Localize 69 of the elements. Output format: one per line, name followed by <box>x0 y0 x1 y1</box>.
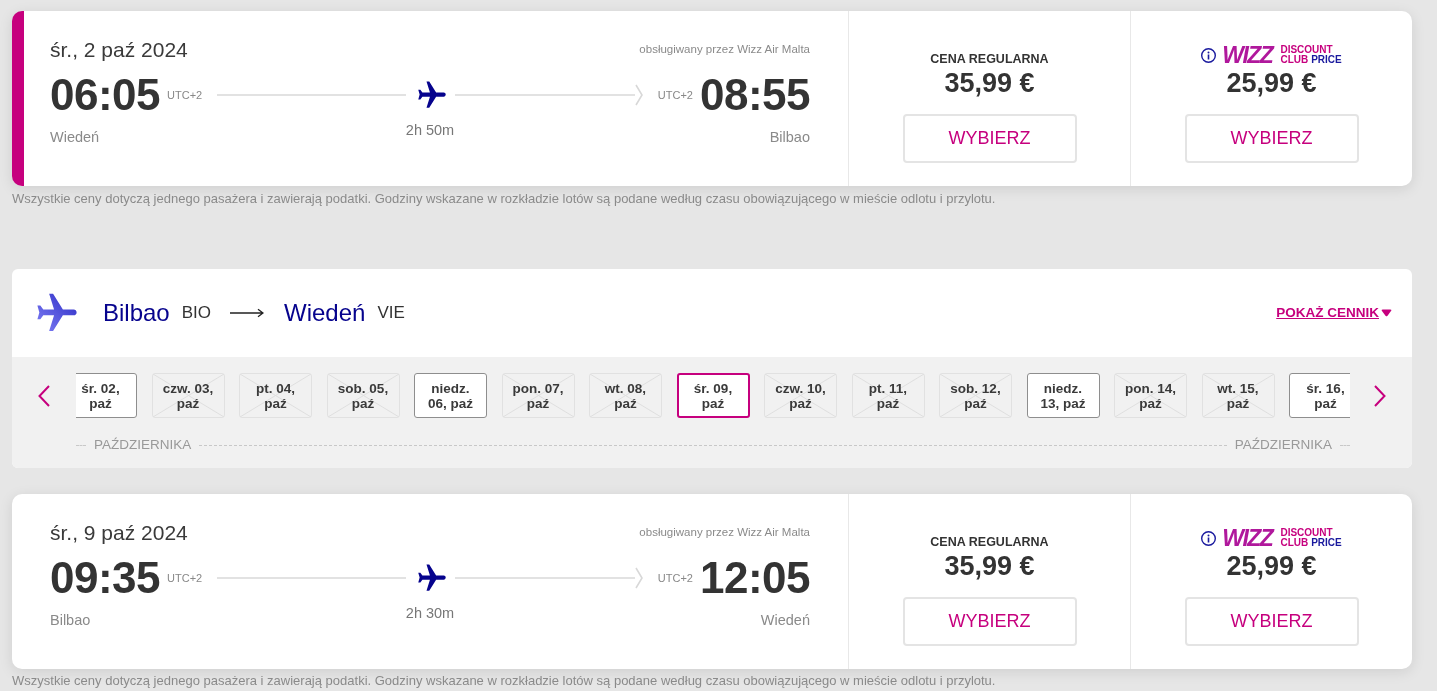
arrival-time: 08:55 <box>699 69 810 121</box>
fare-price: 35,99 € <box>944 550 1035 582</box>
select-button[interactable]: WYBIERZ <box>1184 597 1359 646</box>
arrow-icon <box>230 308 264 318</box>
date-tile[interactable]: pon. 07, paź <box>501 373 575 418</box>
month-label: PAŹDZIERNIKA <box>94 437 192 453</box>
route-city: Bilbao <box>103 298 170 328</box>
logo-caption: PRICE <box>1311 538 1342 548</box>
airplane-icon <box>417 81 446 109</box>
flight-date: śr., 9 paź 2024 <box>50 520 188 546</box>
date-tile[interactable]: pt. 04, paź <box>239 373 312 418</box>
select-button[interactable]: WYBIERZ <box>902 114 1077 163</box>
departure-time: 06:05 <box>50 69 161 121</box>
info-icon <box>1201 47 1217 63</box>
fare-label: CENA REGULARNA <box>930 51 1049 67</box>
airport-code: VIE <box>377 302 405 324</box>
timezone-label: UTC+2 <box>657 87 693 103</box>
date-tile[interactable]: śr. 02, paź <box>76 373 137 418</box>
flight-date: śr., 2 paź 2024 <box>50 37 188 63</box>
departure-city: Bilbao <box>50 611 91 629</box>
operator-text: obsługiwany przez Wizz Air Malta <box>639 42 810 58</box>
chevron-right-icon <box>1374 384 1386 407</box>
timezone-label: UTC+2 <box>167 570 203 586</box>
date-tile[interactable]: sob. 12, paź <box>939 373 1012 418</box>
logo-caption: DISCOUNT <box>1280 45 1334 55</box>
date-tile[interactable]: pt. 11, paź <box>851 373 925 418</box>
timezone-label: UTC+2 <box>657 570 693 586</box>
arrival-time: 12:05 <box>699 552 810 604</box>
show-prices-link[interactable]: POKAŻ CENNIK <box>1276 302 1392 324</box>
logo-caption: CLUB <box>1280 538 1309 548</box>
departure-time: 09:35 <box>50 552 161 604</box>
flight-duration: 2h 50m <box>405 121 455 139</box>
caret-icon <box>1381 309 1392 317</box>
logo-caption: CLUB <box>1280 55 1309 65</box>
date-tile[interactable]: pon. 14, paź <box>1114 373 1187 418</box>
month-label: PAŹDZIERNIKA <box>1234 437 1332 453</box>
fare-label: CENA REGULARNA <box>930 534 1049 550</box>
operator-text: obsługiwany przez Wizz Air Malta <box>639 525 810 541</box>
logo-caption: PRICE <box>1311 55 1342 65</box>
date-tile[interactable]: czw. 10, paź <box>764 373 837 418</box>
airplane-icon <box>417 564 446 592</box>
fare-price: 25,99 € <box>1226 550 1317 582</box>
timezone-label: UTC+2 <box>167 87 203 103</box>
select-button[interactable]: WYBIERZ <box>902 597 1077 646</box>
date-tile[interactable]: czw. 03, paź <box>151 373 225 418</box>
date-tile[interactable]: śr. 16, paź <box>1289 373 1350 418</box>
arrival-city: Bilbao <box>769 128 810 146</box>
date-tile[interactable]: niedz. 13, paź <box>1026 373 1100 418</box>
date-tile[interactable]: niedz. 06, paź <box>414 373 487 418</box>
date-tile[interactable]: śr. 09, paź <box>676 373 750 418</box>
arrival-city: Wiedeń <box>760 611 810 629</box>
fare-price: 35,99 € <box>944 67 1035 99</box>
brand-wordmark: WIZZ <box>1222 527 1273 549</box>
price-note: Wszystkie ceny dotyczą jednego pasażera i zawierają podatki. Godziny wskazane w rozkładzie lotów są podane według czasu obowiązującego w mieście odlotu i przylotu. <box>12 190 997 207</box>
info-icon <box>1201 530 1217 546</box>
flight-duration: 2h 30m <box>405 604 455 622</box>
fare-price: 25,99 € <box>1226 67 1317 99</box>
date-tile[interactable]: sob. 05, paź <box>326 373 400 418</box>
select-button[interactable]: WYBIERZ <box>1184 114 1359 163</box>
logo-caption: DISCOUNT <box>1280 528 1334 538</box>
airplane-icon <box>37 293 77 333</box>
price-note: Wszystkie ceny dotyczą jednego pasażera i zawierają podatki. Godziny wskazane w rozkładzie lotów są podane według czasu obowiązującego w mieście odlotu i przylotu. <box>12 672 997 689</box>
date-tile[interactable]: wt. 08, paź <box>589 373 662 418</box>
route-city: Wiedeń <box>284 298 366 328</box>
brand-wordmark: WIZZ <box>1222 44 1273 66</box>
chevron-left-icon <box>38 384 50 407</box>
departure-city: Wiedeń <box>50 128 100 146</box>
airport-code: BIO <box>181 302 211 324</box>
date-tile[interactable]: wt. 15, paź <box>1201 373 1275 418</box>
